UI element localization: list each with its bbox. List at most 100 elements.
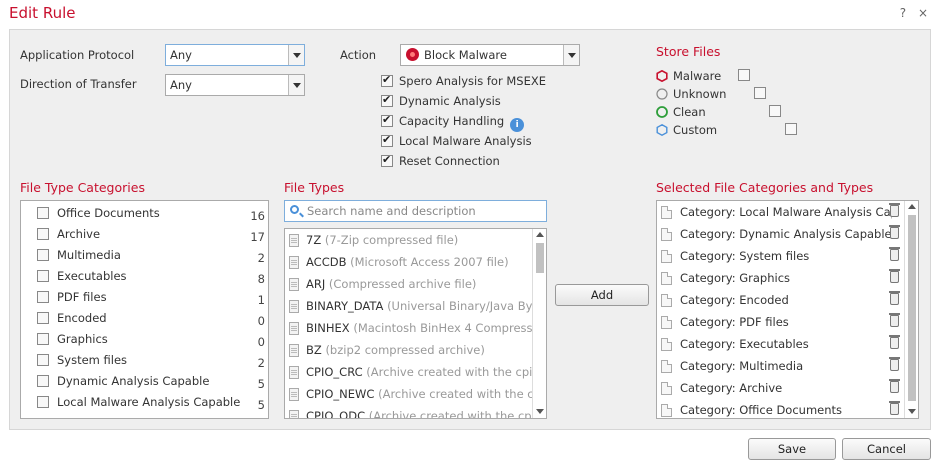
checkbox[interactable] bbox=[37, 375, 49, 387]
checkbox[interactable] bbox=[37, 249, 49, 261]
direction-select[interactable]: Any bbox=[165, 74, 305, 96]
option-spero[interactable]: Spero Analysis for MSEXE bbox=[381, 73, 546, 88]
checkbox[interactable] bbox=[37, 270, 49, 282]
trash-icon[interactable] bbox=[889, 247, 900, 261]
category-icon bbox=[661, 272, 672, 285]
store-malware-option[interactable]: Malware bbox=[656, 69, 721, 83]
file-types-search-input[interactable]: Search name and description bbox=[284, 200, 547, 222]
file-types-scrollbar[interactable] bbox=[532, 229, 546, 418]
store-custom-checkbox[interactable] bbox=[784, 123, 797, 135]
file-icon bbox=[289, 322, 299, 335]
chevron-down-icon[interactable] bbox=[288, 75, 304, 95]
file-type-item[interactable]: 7Z (7-Zip compressed file) bbox=[289, 231, 458, 253]
scroll-up-icon[interactable] bbox=[908, 204, 916, 209]
store-unknown-option[interactable]: Unknown bbox=[656, 87, 726, 101]
option-reset-connection[interactable]: Reset Connection bbox=[381, 153, 500, 168]
trash-icon[interactable] bbox=[889, 291, 900, 305]
file-type-item[interactable]: ACCDB (Microsoft Access 2007 file) bbox=[289, 253, 509, 275]
selected-item[interactable]: Category: PDF files bbox=[661, 313, 900, 335]
trash-icon[interactable] bbox=[889, 357, 900, 371]
trash-icon[interactable] bbox=[889, 225, 900, 239]
selected-item[interactable]: Category: Office Documents bbox=[661, 401, 900, 418]
selected-item[interactable]: Category: Local Malware Analysis Capable bbox=[661, 203, 900, 225]
trash-icon[interactable] bbox=[889, 335, 900, 349]
category-item[interactable]: Graphics 0 bbox=[37, 332, 265, 349]
info-icon[interactable]: i bbox=[510, 118, 525, 132]
category-item[interactable]: System files 2 bbox=[37, 353, 265, 370]
category-item[interactable]: Local Malware Analysis Capable 5 bbox=[37, 395, 265, 412]
checkbox[interactable] bbox=[37, 354, 49, 366]
category-item[interactable]: Encoded 0 bbox=[37, 311, 265, 328]
category-item[interactable]: Office Documents 16 bbox=[37, 206, 265, 223]
category-item[interactable]: Multimedia 2 bbox=[37, 248, 265, 265]
action-select[interactable]: Block Malware bbox=[400, 44, 580, 66]
file-type-item[interactable]: BINARY_DATA (Universal Binary/Java Byt bbox=[289, 297, 537, 319]
file-type-item[interactable]: BINHEX (Macintosh BinHex 4 Compresse bbox=[289, 319, 540, 341]
chevron-down-icon[interactable] bbox=[563, 45, 579, 65]
store-custom-option[interactable]: Custom bbox=[656, 123, 717, 137]
checkbox[interactable] bbox=[381, 93, 393, 107]
file-type-categories-title: File Type Categories bbox=[20, 180, 145, 195]
checkbox[interactable] bbox=[37, 396, 49, 408]
trash-icon[interactable] bbox=[889, 269, 900, 283]
store-files-title: Store Files bbox=[656, 44, 721, 59]
add-button[interactable]: Add bbox=[555, 284, 649, 306]
scroll-thumb[interactable] bbox=[536, 243, 544, 273]
trash-icon[interactable] bbox=[889, 203, 900, 217]
selected-item[interactable]: Category: Graphics bbox=[661, 269, 900, 291]
file-type-item[interactable]: BZ (bzip2 compressed archive) bbox=[289, 341, 485, 363]
chevron-down-icon[interactable] bbox=[288, 45, 304, 65]
selected-item[interactable]: Category: Encoded bbox=[661, 291, 900, 313]
selected-item[interactable]: Category: Executables bbox=[661, 335, 900, 357]
category-icon bbox=[661, 338, 672, 351]
file-type-item[interactable]: CPIO_NEWC (Archive created with the cp bbox=[289, 385, 541, 407]
close-icon[interactable]: × bbox=[918, 6, 928, 20]
file-type-item[interactable]: CPIO_ODC (Archive created with the cpio bbox=[289, 407, 542, 418]
checkbox[interactable] bbox=[381, 73, 393, 87]
scroll-down-icon[interactable] bbox=[908, 409, 916, 414]
checkbox[interactable] bbox=[37, 291, 49, 303]
checkbox[interactable] bbox=[381, 113, 393, 127]
checkbox[interactable] bbox=[37, 207, 49, 219]
option-capacity-handling[interactable]: Capacity Handlingi bbox=[381, 113, 525, 132]
scroll-up-icon[interactable] bbox=[536, 232, 544, 237]
save-button[interactable]: Save bbox=[748, 438, 836, 460]
category-item[interactable]: Dynamic Analysis Capable 5 bbox=[37, 374, 265, 391]
selected-item[interactable]: Category: Multimedia bbox=[661, 357, 900, 379]
store-clean-checkbox[interactable] bbox=[769, 105, 781, 117]
scroll-down-icon[interactable] bbox=[536, 409, 544, 414]
checkbox[interactable] bbox=[381, 133, 393, 147]
selected-scrollbar[interactable] bbox=[904, 201, 918, 418]
cancel-button[interactable]: Cancel bbox=[842, 438, 931, 460]
trash-icon[interactable] bbox=[889, 379, 900, 393]
titlebar-controls: ? × bbox=[892, 6, 928, 20]
selected-item[interactable]: Category: Dynamic Analysis Capable bbox=[661, 225, 900, 247]
checkbox[interactable] bbox=[37, 228, 49, 240]
trash-icon[interactable] bbox=[889, 401, 900, 415]
trash-icon[interactable] bbox=[889, 313, 900, 327]
category-icon bbox=[661, 382, 672, 395]
selected-item[interactable]: Category: System files bbox=[661, 247, 900, 269]
rule-panel: Application Protocol Any Direction of Tr… bbox=[9, 29, 931, 430]
category-item[interactable]: Executables 8 bbox=[37, 269, 265, 286]
checkbox[interactable] bbox=[37, 312, 49, 324]
help-icon[interactable]: ? bbox=[900, 6, 906, 20]
category-item[interactable]: PDF files 1 bbox=[37, 290, 265, 307]
application-protocol-select[interactable]: Any bbox=[165, 44, 305, 66]
search-placeholder: Search name and description bbox=[307, 204, 476, 218]
category-icon bbox=[661, 404, 672, 417]
store-unknown-checkbox[interactable] bbox=[753, 87, 766, 99]
checkbox[interactable] bbox=[381, 153, 393, 167]
option-local-malware-analysis[interactable]: Local Malware Analysis bbox=[381, 133, 532, 148]
file-icon bbox=[289, 388, 299, 401]
store-malware-checkbox[interactable] bbox=[738, 69, 750, 81]
file-type-item[interactable]: ARJ (Compressed archive file) bbox=[289, 275, 476, 297]
category-icon bbox=[661, 294, 672, 307]
checkbox[interactable] bbox=[37, 333, 49, 345]
scroll-thumb[interactable] bbox=[908, 215, 916, 401]
category-item[interactable]: Archive 17 bbox=[37, 227, 265, 244]
file-type-item[interactable]: CPIO_CRC (Archive created with the cpio bbox=[289, 363, 539, 385]
option-dynamic-analysis[interactable]: Dynamic Analysis bbox=[381, 93, 501, 108]
store-clean-option[interactable]: Clean bbox=[656, 105, 706, 119]
selected-item[interactable]: Category: Archive bbox=[661, 379, 900, 401]
